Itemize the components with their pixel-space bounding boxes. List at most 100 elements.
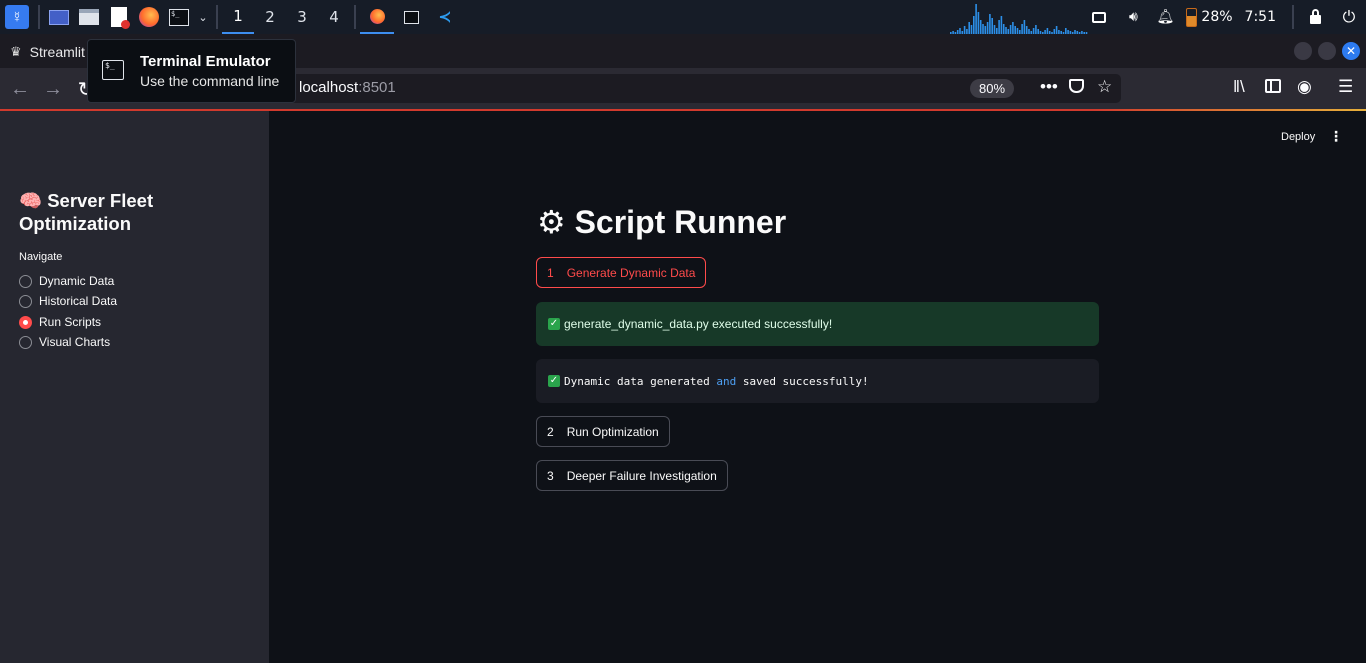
network-activity-bar (1014, 26, 1016, 34)
main-menu-icon[interactable]: ⋮ (1328, 128, 1344, 148)
terminal-window-icon[interactable] (394, 0, 428, 34)
output-keyword: and (716, 374, 737, 388)
page-title-text: Script Runner (574, 204, 787, 240)
taskbar-separator (1292, 5, 1294, 29)
button-label: Deeper Failure Investigation (566, 468, 717, 483)
page-actions-icon[interactable]: ••• (1040, 77, 1058, 97)
kali-menu-icon[interactable]: ☿ (0, 0, 34, 34)
minimize-window-button[interactable] (1294, 42, 1312, 60)
page-title: ⚙ Script Runner (537, 203, 786, 241)
lock-icon[interactable] (1298, 0, 1332, 34)
run-optimization-button[interactable]: 2 Run Optimization (536, 416, 670, 447)
library-icon[interactable]: ‖\ (1233, 77, 1245, 97)
radio-circle-icon[interactable] (19, 335, 32, 349)
display-icon[interactable] (1082, 0, 1116, 34)
pocket-icon[interactable] (1069, 77, 1084, 93)
network-activity-bar (1009, 25, 1012, 34)
radio-circle-icon[interactable] (19, 274, 32, 288)
radio-option-run-scripts[interactable]: Run Scripts (19, 313, 101, 331)
radio-label: Dynamic Data (39, 274, 115, 288)
terminal-tooltip: $_ Terminal Emulator Use the command lin… (87, 39, 296, 103)
taskbar-separator (354, 5, 356, 29)
button-number: 3 (547, 468, 554, 483)
network-activity-bar (1035, 25, 1037, 34)
power-icon[interactable]: ⏻ (1332, 0, 1366, 34)
file-manager-icon[interactable] (74, 0, 104, 34)
nav-radio-label: Navigate (19, 251, 63, 263)
streamlit-favicon-icon: ♛ (10, 44, 22, 59)
firefox-window-icon[interactable] (360, 0, 394, 34)
deeper-failure-investigation-button[interactable]: 3 Deeper Failure Investigation (536, 460, 728, 491)
network-activity-bar (1021, 24, 1023, 34)
url-text[interactable]: localhost:8501 (299, 79, 396, 96)
text-editor-icon[interactable] (104, 0, 134, 34)
bookmark-star-icon[interactable]: ☆ (1097, 77, 1112, 97)
button-number: 1 (547, 265, 554, 280)
battery-icon[interactable] (1180, 0, 1199, 34)
system-tray: 🔊︎ 🔔︎ 28% 7:51 ⏻ (1082, 0, 1366, 34)
tooltip-title: Terminal Emulator (140, 53, 271, 70)
firefox-icon[interactable] (134, 0, 164, 34)
workspace-4[interactable]: 4 (318, 0, 350, 34)
radio-option-visual-charts[interactable]: Visual Charts (19, 333, 110, 351)
url-port: :8501 (358, 79, 396, 96)
network-activity-bar (1025, 26, 1028, 34)
check-mark-icon: ✓ (548, 318, 560, 330)
tab-title: Streamlit (29, 44, 85, 60)
button-number: 2 (547, 424, 554, 439)
network-activity-bar (998, 20, 1000, 34)
account-icon[interactable]: ◉ (1297, 77, 1312, 97)
workspace-1[interactable]: 1 (222, 0, 254, 34)
button-label: Generate Dynamic Data (566, 265, 696, 280)
network-activity-bar (968, 22, 970, 34)
network-graph (950, 4, 1088, 34)
chevron-down-icon[interactable]: ⌄ (194, 0, 212, 34)
maximize-window-button[interactable] (1318, 42, 1336, 60)
gear-icon: ⚙ (537, 204, 566, 240)
notification-bell-icon[interactable]: 🔔︎ (1150, 0, 1180, 34)
workspace-2[interactable]: 2 (254, 0, 286, 34)
radio-option-historical-data[interactable]: Historical Data (19, 292, 117, 310)
clock[interactable]: 7:51 (1239, 0, 1288, 34)
terminal-icon[interactable]: $_ (164, 0, 194, 34)
radio-option-dynamic-data[interactable]: Dynamic Data (19, 272, 114, 290)
network-activity-bar (1005, 27, 1007, 34)
network-activity-bar (973, 16, 975, 34)
tooltip-description: Use the command line (140, 73, 280, 89)
taskbar-separator (216, 5, 218, 29)
sidebar-title: 🧠 Server Fleet Optimization (19, 189, 259, 235)
output-text-start: Dynamic data generated (564, 374, 717, 388)
network-activity-bar (991, 18, 993, 34)
network-activity-bar (989, 14, 991, 34)
sidebar-toggle-icon[interactable] (1265, 77, 1281, 93)
network-activity-bar (979, 20, 982, 34)
back-icon[interactable]: ← (7, 76, 33, 102)
forward-icon[interactable]: → (40, 76, 66, 102)
network-activity-bar (1055, 26, 1058, 34)
workspace-3[interactable]: 3 (286, 0, 318, 34)
radio-label: Run Scripts (39, 315, 102, 329)
network-activity-bar (993, 25, 996, 34)
radio-selected-icon[interactable] (19, 315, 32, 329)
network-activity-bar (1023, 20, 1026, 34)
generate-dynamic-data-button[interactable]: 1 Generate Dynamic Data (536, 257, 707, 288)
radio-label: Visual Charts (39, 335, 111, 349)
code-output-block: ✓ Dynamic data generated and saved succe… (536, 359, 1099, 403)
desktop-icon[interactable] (44, 0, 74, 34)
app-menu-icon[interactable]: ☰ (1338, 77, 1353, 97)
close-window-button[interactable]: ✕ (1342, 42, 1360, 60)
vscode-window-icon[interactable]: ≺ (428, 0, 462, 34)
network-activity-bar (1000, 16, 1003, 34)
check-mark-icon: ✓ (548, 375, 560, 387)
brain-emoji-icon: 🧠 (19, 190, 43, 211)
success-message: generate_dynamic_data.py executed succes… (564, 317, 833, 331)
deploy-button[interactable]: Deploy (1281, 131, 1315, 143)
url-host: localhost (299, 79, 359, 96)
success-alert: ✓ generate_dynamic_data.py executed succ… (536, 302, 1099, 346)
zoom-level-badge[interactable]: 80% (970, 79, 1015, 98)
terminal-icon: $_ (102, 60, 124, 80)
network-activity-bar (1002, 24, 1005, 34)
network-activity-bar (1012, 22, 1014, 34)
radio-circle-icon[interactable] (19, 294, 32, 308)
volume-icon[interactable]: 🔊︎ (1116, 0, 1150, 34)
